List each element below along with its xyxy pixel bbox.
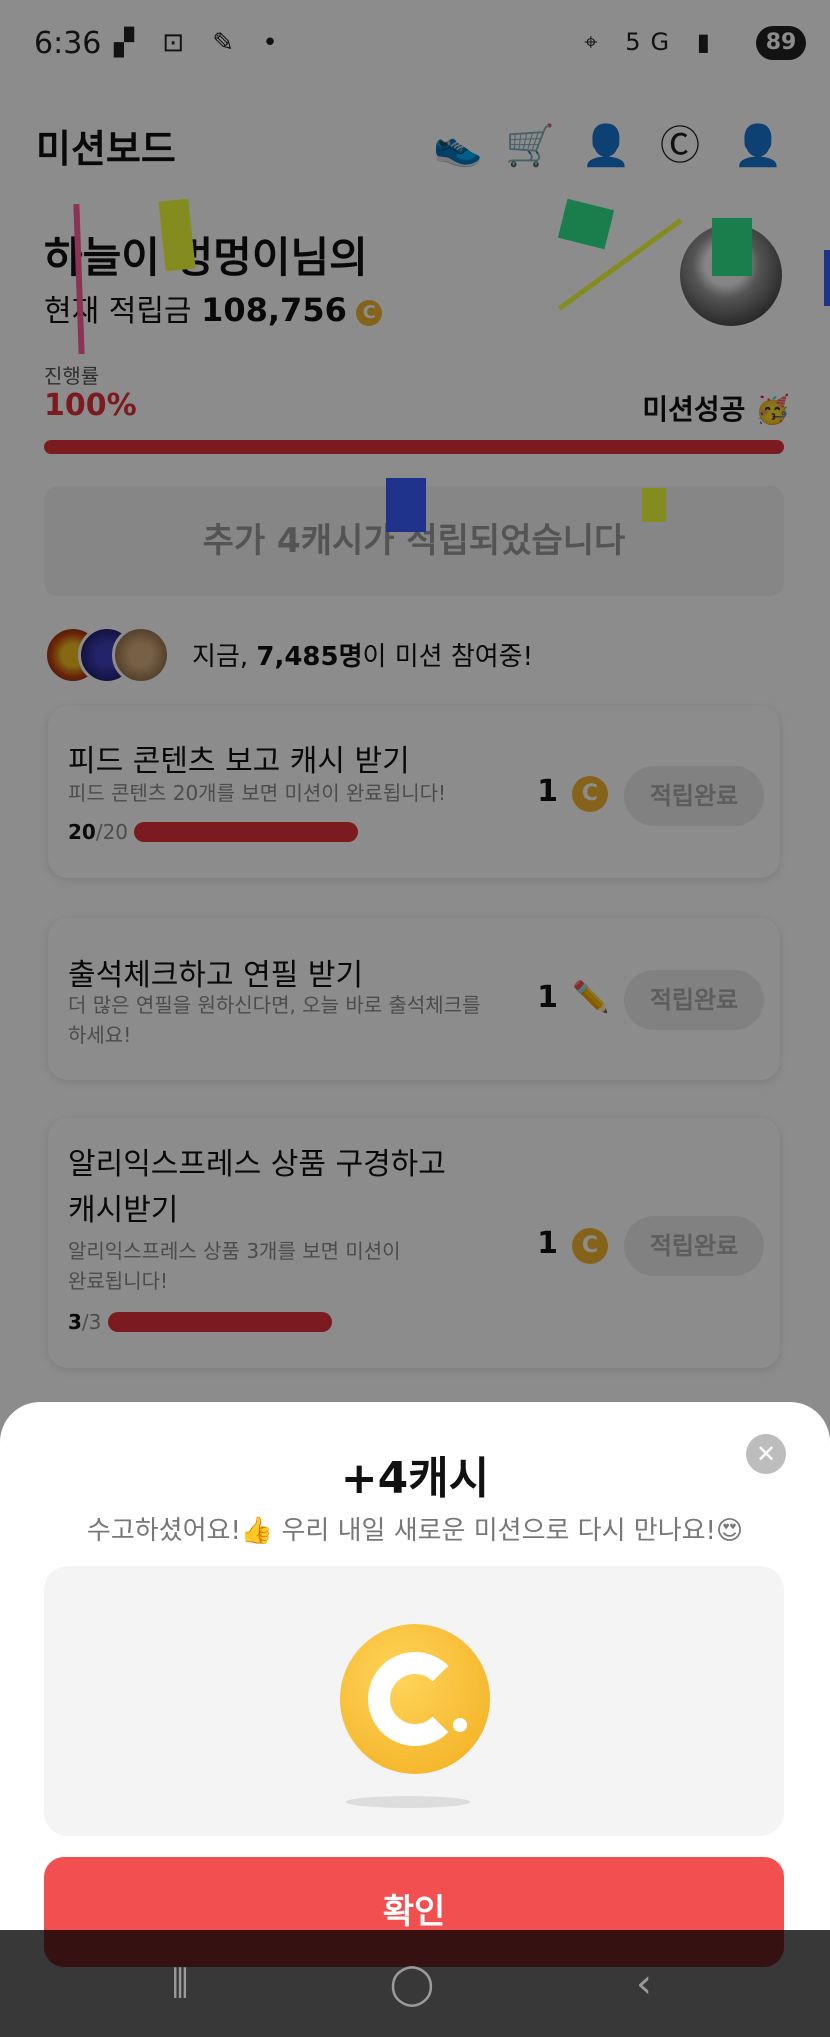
home-icon[interactable]: ◯: [382, 1956, 442, 2012]
coin-shadow: [346, 1796, 470, 1808]
close-icon[interactable]: ✕: [746, 1434, 786, 1474]
reward-message: 수고하셨어요!👍 우리 내일 새로운 미션으로 다시 만나요!😍: [86, 1516, 744, 1546]
reward-image-box: [44, 1566, 784, 1836]
cash-coin-icon: [340, 1624, 490, 1774]
system-nav-bar: ⦀ ◯ ‹: [0, 1930, 830, 2037]
reward-amount: +4캐시: [340, 1453, 490, 1504]
back-icon[interactable]: ‹: [614, 1956, 674, 2012]
recent-apps-icon[interactable]: ⦀: [150, 1956, 210, 2012]
